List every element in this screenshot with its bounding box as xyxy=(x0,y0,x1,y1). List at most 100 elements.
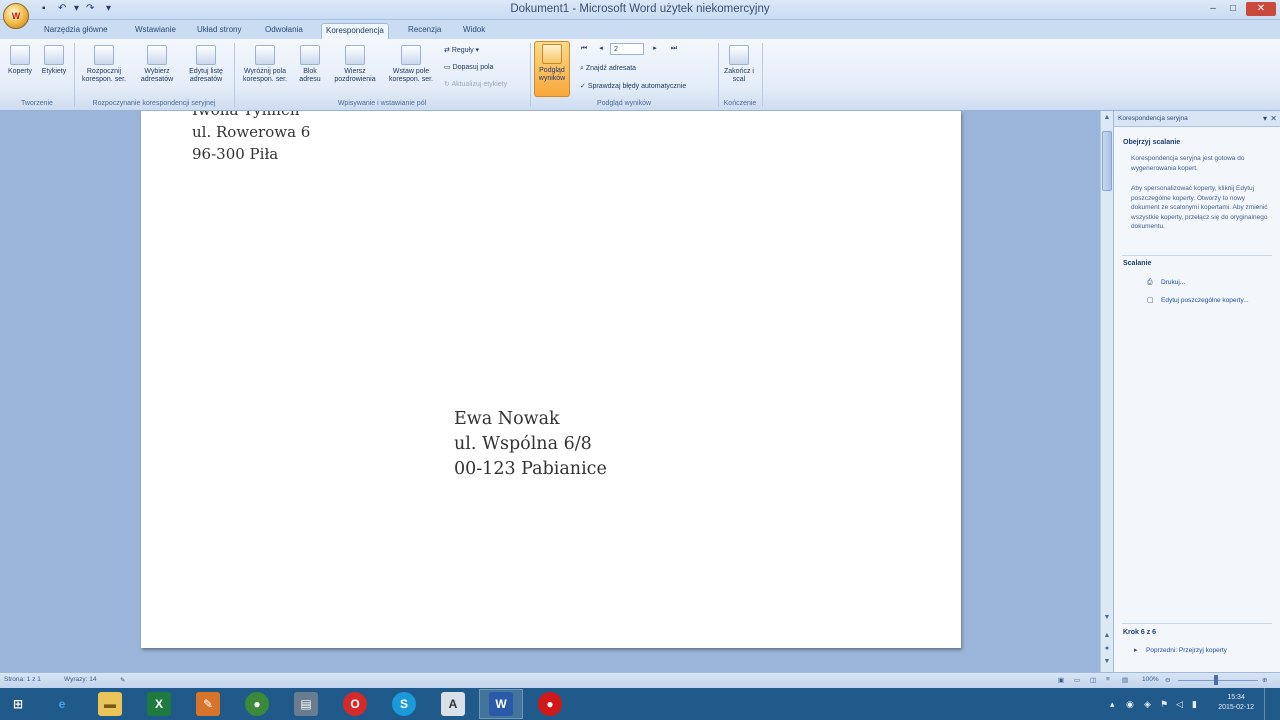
minimize-button[interactable]: – xyxy=(1204,2,1222,16)
insert-field-icon xyxy=(401,45,421,65)
tray-network-icon[interactable]: ◈ xyxy=(1144,699,1151,710)
tab-home[interactable]: Narzędzia główne xyxy=(40,23,112,39)
previous-record-button[interactable]: ◂ xyxy=(596,43,606,55)
view-draft-icon[interactable]: ▤ xyxy=(1122,676,1128,684)
tab-page-layout[interactable]: Układ strony xyxy=(193,23,245,39)
zoom-level[interactable]: 100% xyxy=(1142,676,1159,683)
rules-icon: ⇄ xyxy=(444,47,452,54)
greeting-line-button[interactable]: Wiersz pozdrowienia xyxy=(327,45,383,84)
clock[interactable]: 15:34 2015-02-12 xyxy=(1218,693,1254,713)
view-outline-icon[interactable]: ≡ xyxy=(1106,676,1110,683)
greeting-line-label: Wiersz pozdrowienia xyxy=(334,68,376,83)
tray-up-arrow-icon[interactable]: ▴ xyxy=(1110,699,1115,710)
address-block-button[interactable]: Blok adresu xyxy=(295,45,325,84)
chrome-icon[interactable]: ● xyxy=(245,692,269,716)
envelope-page[interactable]: Iwona Tynnen ul. Rowerowa 6 96-300 Piła … xyxy=(141,111,961,648)
select-recipients-button[interactable]: Wybierz adresatów xyxy=(134,45,180,84)
recipient-street: ul. Wspólna 6/8 xyxy=(454,434,592,454)
view-print-layout-icon[interactable]: ▣ xyxy=(1058,676,1064,684)
zoom-out-icon[interactable]: ⊖ xyxy=(1165,676,1170,684)
edit-envelopes-link[interactable]: Edytuj poszczególne koperty... xyxy=(1161,297,1249,304)
proofing-icon[interactable]: ✎ xyxy=(120,676,125,684)
pane-menu-icon[interactable]: ▾ xyxy=(1263,114,1267,123)
view-web-icon[interactable]: ◫ xyxy=(1090,676,1096,684)
finish-merge-icon xyxy=(729,45,749,65)
maximize-button[interactable]: □ xyxy=(1224,2,1242,16)
previous-page-icon[interactable]: ▲ xyxy=(1102,631,1112,641)
tab-references[interactable]: Odwołania xyxy=(261,23,307,39)
document-area: Iwona Tynnen ul. Rowerowa 6 96-300 Piła … xyxy=(0,111,1113,672)
page-count[interactable]: Strona: 1 z 1 xyxy=(4,676,41,683)
tab-review[interactable]: Recenzja xyxy=(404,23,445,39)
skype-icon[interactable]: S xyxy=(392,692,416,716)
next-page-icon[interactable]: ▼ xyxy=(1102,657,1112,667)
browse-object-icon[interactable]: ● xyxy=(1102,644,1112,654)
show-desktop-button[interactable] xyxy=(1264,688,1274,720)
update-labels-button[interactable]: ↻ Aktualizuj etykiety xyxy=(444,80,507,88)
office-button[interactable]: W xyxy=(3,3,29,29)
find-recipient-button[interactable]: ⌕ Znajdź adresata xyxy=(580,65,636,73)
document-app-icon[interactable]: ▤ xyxy=(294,692,318,716)
tray-signal-icon[interactable]: ▮ xyxy=(1192,699,1197,710)
edit-recipient-list-button[interactable]: Edytuj listę adresatów xyxy=(184,45,228,84)
windows-start-icon[interactable]: ⊞ xyxy=(6,692,30,716)
pane-close-icon[interactable]: ✕ xyxy=(1270,114,1277,123)
tab-insert[interactable]: Wstawianie xyxy=(131,23,180,39)
rules-button[interactable]: ⇄ Reguły ▾ xyxy=(444,46,479,54)
file-explorer-icon[interactable]: ▬ xyxy=(98,692,122,716)
sender-address[interactable]: Iwona Tynnen ul. Rowerowa 6 96-300 Piła xyxy=(192,111,310,165)
record-number-input[interactable]: 2 xyxy=(610,43,644,55)
office-logo-icon: W xyxy=(11,11,21,21)
view-reading-icon[interactable]: ▭ xyxy=(1074,676,1080,684)
print-link[interactable]: Drukuj... xyxy=(1161,279,1185,286)
scroll-thumb[interactable] xyxy=(1102,131,1112,191)
recipient-address[interactable]: Ewa Nowak ul. Wspólna 6/8 00-123 Pabiani… xyxy=(454,407,607,482)
word-icon[interactable]: W xyxy=(489,692,513,716)
start-mail-merge-button[interactable]: Rozpocznij korespon. ser. xyxy=(78,45,130,84)
recipients-icon xyxy=(147,45,167,65)
paint-icon[interactable]: ✎ xyxy=(196,692,220,716)
group-label-start: Rozpoczynanie korespondencji seryjnej xyxy=(92,100,216,107)
start-merge-label: Rozpocznij korespon. ser. xyxy=(82,68,126,83)
character-map-icon[interactable]: A xyxy=(441,692,465,716)
last-record-button[interactable]: ⏭ xyxy=(668,43,680,55)
match-fields-button[interactable]: ▭ Dopasuj pola xyxy=(444,63,493,71)
zoom-slider[interactable] xyxy=(1178,680,1258,681)
zoom-in-icon[interactable]: ⊕ xyxy=(1262,676,1267,684)
match-fields-label: Dopasuj pola xyxy=(452,64,494,71)
next-record-button[interactable]: ▸ xyxy=(650,43,660,55)
rules-label: Reguły xyxy=(451,47,474,54)
vertical-scrollbar[interactable]: ▲ ▼ ▲ ● ▼ xyxy=(1100,111,1113,672)
first-record-button[interactable]: ⏮ xyxy=(578,43,590,55)
envelopes-button[interactable]: Koperty xyxy=(4,45,36,76)
close-button[interactable]: ✕ xyxy=(1246,2,1276,16)
preview-results-button[interactable]: Podgląd wyników xyxy=(534,41,570,97)
sender-city: 96-300 Piła xyxy=(192,145,279,163)
tab-view[interactable]: Widok xyxy=(459,23,489,39)
group-label-create: Tworzenie xyxy=(21,100,53,107)
previous-step-link[interactable]: Poprzedni: Przejrzyj koperty xyxy=(1146,647,1227,654)
scroll-down-icon[interactable]: ▼ xyxy=(1102,613,1112,623)
title-bar: W ▪ ↶ ▾ ↷ ▾ Dokument1 - Microsoft Word u… xyxy=(0,0,1280,29)
insert-merge-field-button[interactable]: Wstaw pole korespon. ser. xyxy=(385,45,437,84)
tray-sound-icon[interactable]: ◁ xyxy=(1176,699,1183,710)
tab-mailings[interactable]: Korespondencja xyxy=(321,23,389,39)
tray-app-icon[interactable]: ◉ xyxy=(1126,699,1134,710)
finish-merge-button[interactable]: Zakończ i scal xyxy=(720,45,758,84)
group-separator xyxy=(718,43,719,107)
excel-icon[interactable]: X xyxy=(147,692,171,716)
word-count[interactable]: Wyrazy: 14 xyxy=(64,676,96,683)
recorder-icon[interactable]: ● xyxy=(538,692,562,716)
highlight-merge-fields-button[interactable]: Wyróżnij pola korespon. ser. xyxy=(237,45,293,84)
auto-check-errors-button[interactable]: ✓ Sprawdzaj błędy automatycznie xyxy=(580,82,686,90)
scroll-up-icon[interactable]: ▲ xyxy=(1102,113,1112,123)
finish-merge-label: Zakończ i scal xyxy=(724,68,754,83)
tray-flag-icon[interactable]: ⚑ xyxy=(1160,699,1168,710)
window-title: Dokument1 - Microsoft Word użytek niekom… xyxy=(510,3,770,15)
envelopes-label: Koperty xyxy=(7,68,33,75)
zoom-slider-thumb[interactable] xyxy=(1214,675,1218,685)
opera-icon[interactable]: O xyxy=(343,692,367,716)
labels-button[interactable]: Etykiety xyxy=(38,45,70,76)
internet-explorer-icon[interactable]: e xyxy=(50,692,74,716)
start-merge-icon xyxy=(94,45,114,65)
